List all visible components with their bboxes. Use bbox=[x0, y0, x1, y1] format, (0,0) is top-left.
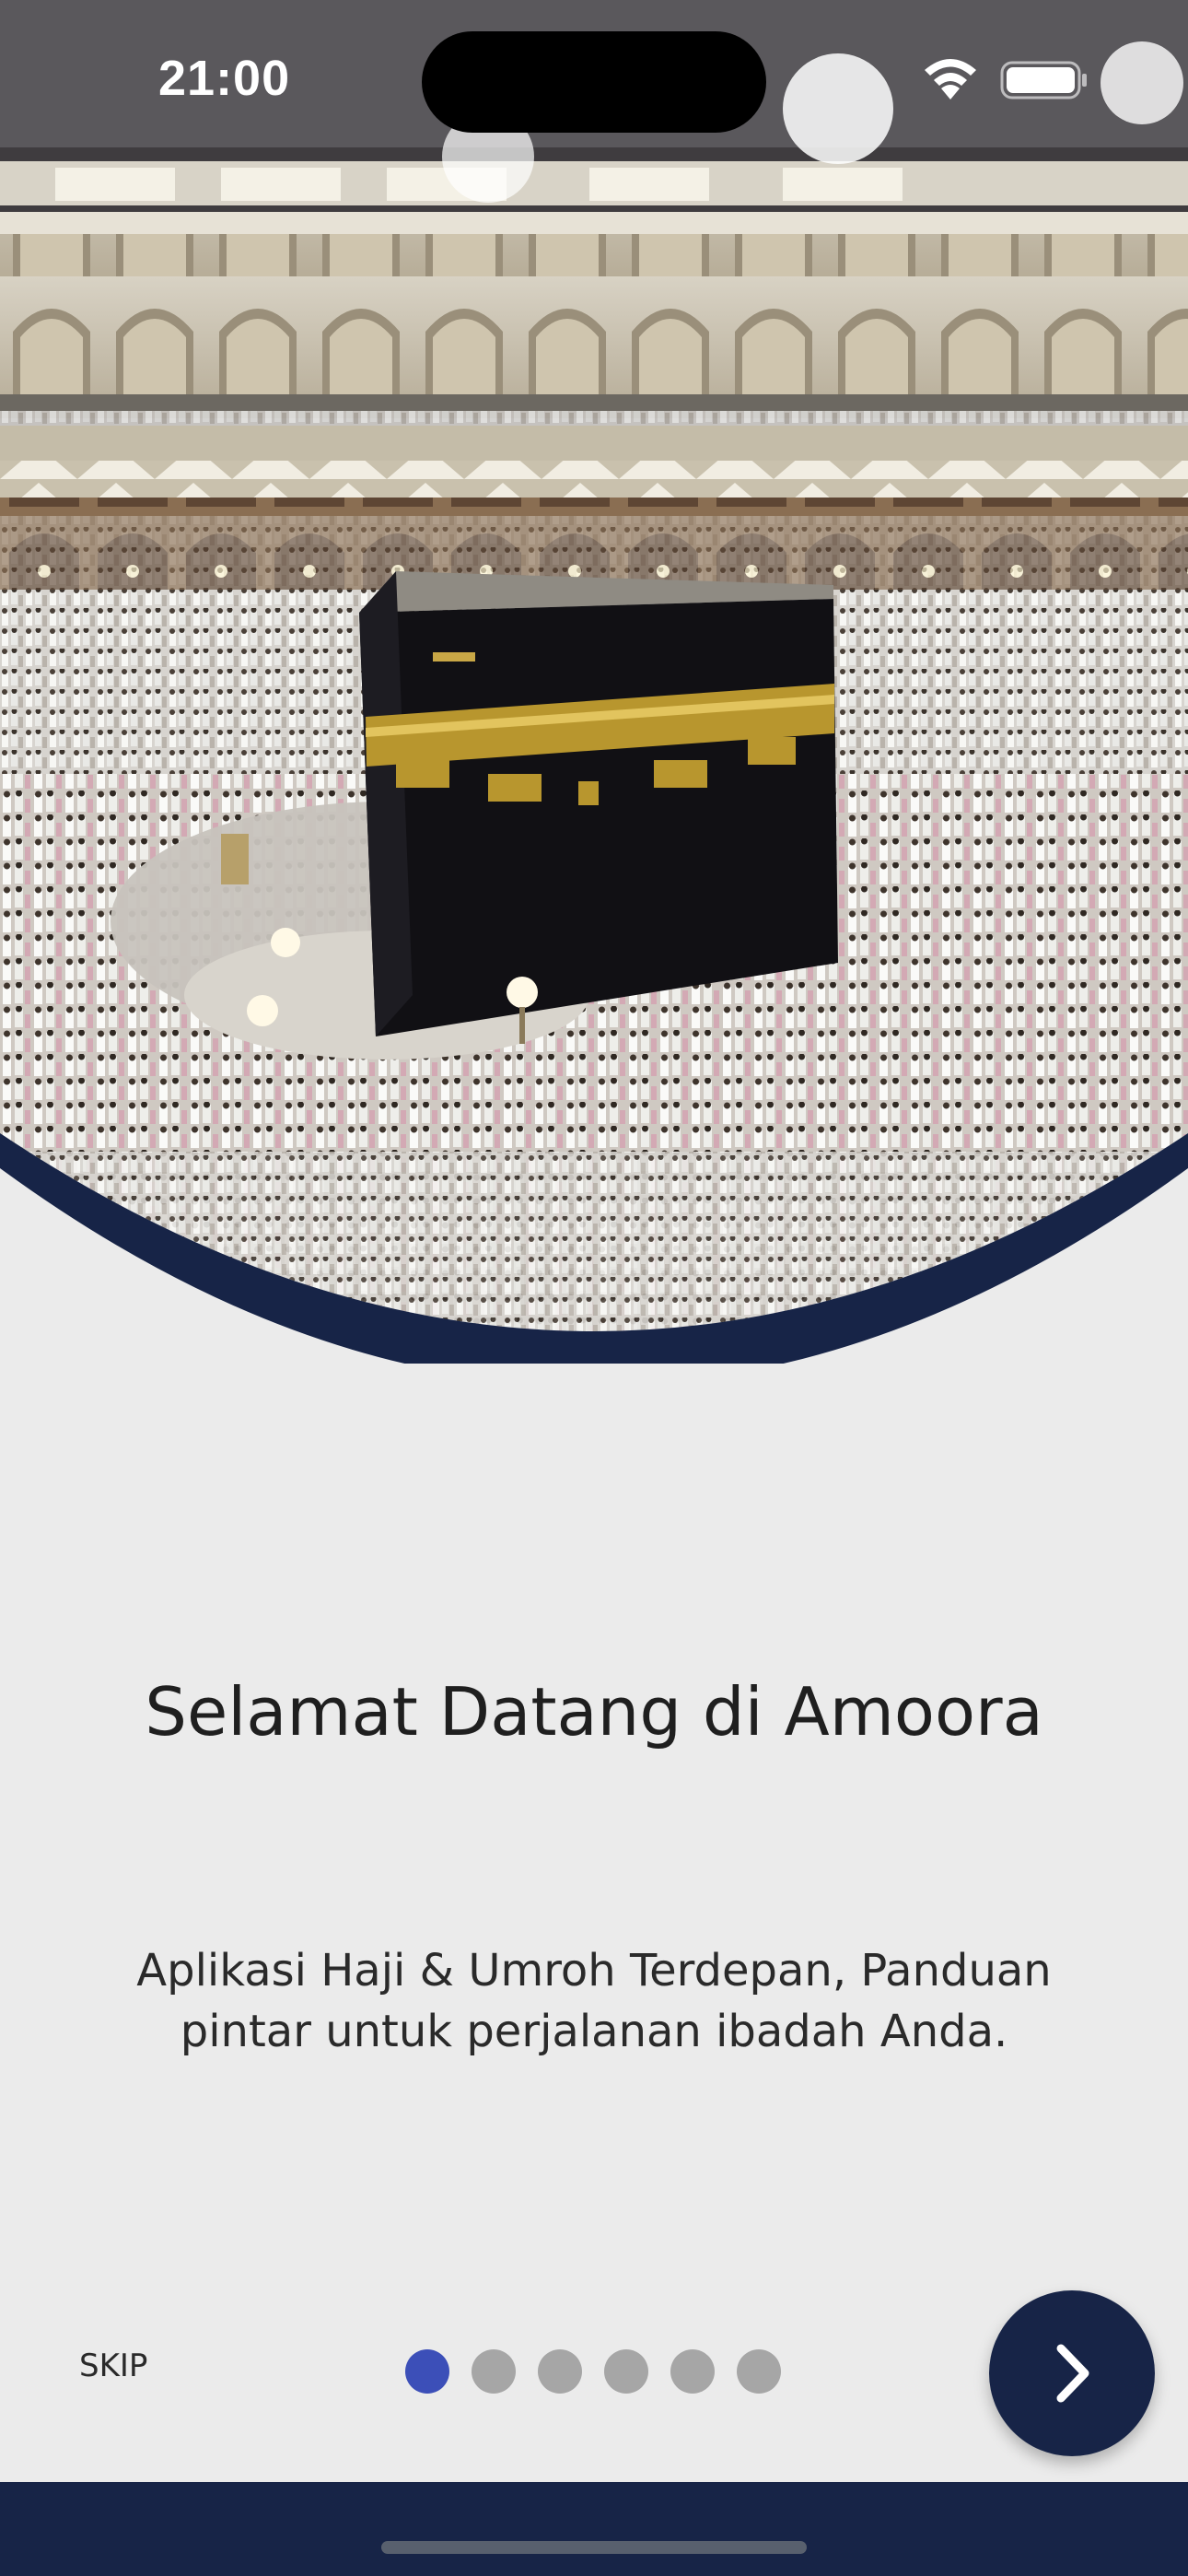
page-dot-3[interactable] bbox=[538, 2349, 582, 2394]
status-bar: 21:00 bbox=[0, 0, 1188, 157]
page-dot-5[interactable] bbox=[670, 2349, 715, 2394]
page-dot-6[interactable] bbox=[737, 2349, 781, 2394]
page-indicator bbox=[405, 2349, 781, 2394]
chevron-right-icon bbox=[1056, 2344, 1089, 2403]
dynamic-island bbox=[422, 31, 766, 133]
status-time: 21:00 bbox=[158, 51, 291, 106]
onboarding-subtitle: Aplikasi Haji & Umroh Terdepan, Panduan … bbox=[136, 1945, 1052, 2057]
onboarding-title: Selamat Datang di Amoora bbox=[145, 1673, 1043, 1751]
wifi-icon bbox=[925, 59, 976, 100]
page-dot-2[interactable] bbox=[472, 2349, 516, 2394]
hero-image bbox=[0, 0, 1188, 1364]
next-button[interactable] bbox=[989, 2290, 1155, 2456]
page-dot-1[interactable] bbox=[405, 2349, 449, 2394]
skip-button[interactable]: SKIP bbox=[79, 2348, 147, 2384]
battery-icon bbox=[1000, 61, 1087, 100]
bottom-bar bbox=[0, 2482, 1188, 2576]
home-indicator[interactable] bbox=[381, 2541, 807, 2554]
page-dot-4[interactable] bbox=[604, 2349, 648, 2394]
